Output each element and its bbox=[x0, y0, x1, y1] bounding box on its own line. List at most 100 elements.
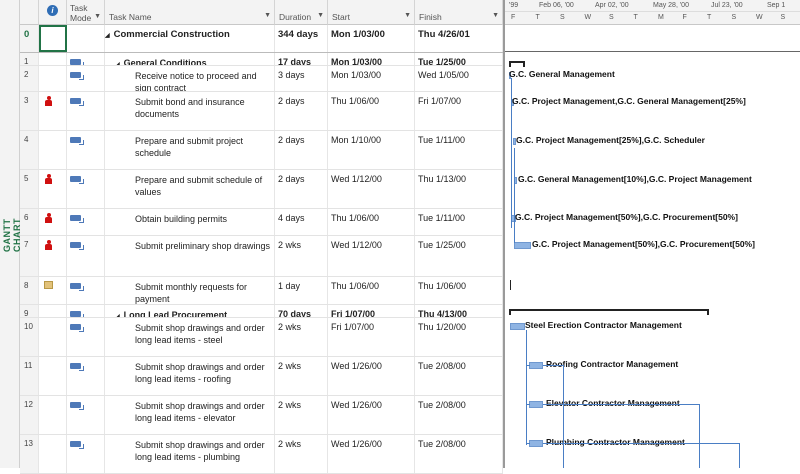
task-grid[interactable]: i Task Mode ▼ Task Name ▼ Duration ▼ Sta… bbox=[20, 0, 503, 474]
duration-cell[interactable]: 2 wks bbox=[275, 396, 328, 434]
table-row[interactable]: 8 Submit monthly requests for payment 1 da… bbox=[20, 277, 503, 305]
collapse-triangle-icon[interactable]: ◢ bbox=[115, 62, 120, 65]
duration-cell[interactable]: 2 days bbox=[275, 131, 328, 169]
indicator-cell[interactable] bbox=[39, 170, 67, 208]
table-row[interactable]: 4 Prepare and submit project schedule 2 da… bbox=[20, 131, 503, 170]
indicator-cell[interactable] bbox=[39, 236, 67, 276]
finish-cell[interactable]: Tue 2/08/00 bbox=[415, 357, 503, 395]
finish-cell[interactable]: Thu 1/20/00 bbox=[415, 318, 503, 356]
start-cell[interactable]: Thu 1/06/00 bbox=[328, 277, 415, 304]
duration-cell[interactable]: 2 wks bbox=[275, 357, 328, 395]
task-name-cell[interactable]: Submit shop drawings and order long lead… bbox=[105, 318, 275, 356]
start-cell[interactable]: Wed 1/12/00 bbox=[328, 236, 415, 276]
row-id[interactable]: 5 bbox=[20, 170, 39, 208]
finish-cell[interactable]: Tue 1/11/00 bbox=[415, 131, 503, 169]
indicator-cell[interactable] bbox=[39, 277, 67, 304]
chevron-down-icon[interactable]: ▼ bbox=[492, 12, 499, 19]
row-id[interactable]: 12 bbox=[20, 396, 39, 434]
indicator-cell[interactable] bbox=[39, 66, 67, 91]
row-id[interactable]: 7 bbox=[20, 236, 39, 276]
task-name-cell[interactable]: Prepare and submit schedule of values bbox=[105, 170, 275, 208]
start-cell[interactable]: Mon 1/10/00 bbox=[328, 131, 415, 169]
task-mode-cell[interactable] bbox=[67, 25, 105, 52]
gantt-chart-area[interactable]: '99 Feb 06, '00 Apr 02, '00 May 28, '00 Jul … bbox=[503, 0, 800, 468]
row-id[interactable]: 8 bbox=[20, 277, 39, 304]
table-row[interactable]: 13 Submit shop drawings and order long le… bbox=[20, 435, 503, 474]
finish-cell[interactable]: Tue 2/08/00 bbox=[415, 435, 503, 473]
finish-cell[interactable]: Tue 2/08/00 bbox=[415, 396, 503, 434]
duration-cell[interactable]: 17 days bbox=[275, 53, 328, 65]
task-mode-cell[interactable] bbox=[67, 357, 105, 395]
task-mode-cell[interactable] bbox=[67, 209, 105, 235]
task-name-cell[interactable]: Submit monthly requests for payment bbox=[105, 277, 275, 304]
table-row[interactable]: 10 Submit shop drawings and order long le… bbox=[20, 318, 503, 357]
duration-cell[interactable]: 4 days bbox=[275, 209, 328, 235]
task-mode-cell[interactable] bbox=[67, 277, 105, 304]
table-row[interactable]: 12 Submit shop drawings and order long le… bbox=[20, 396, 503, 435]
task-mode-cell[interactable] bbox=[67, 131, 105, 169]
start-cell[interactable]: Wed 1/26/00 bbox=[328, 396, 415, 434]
indicator-cell[interactable] bbox=[39, 318, 67, 356]
indicators-header[interactable]: i bbox=[39, 0, 67, 25]
task-mode-cell[interactable] bbox=[67, 318, 105, 356]
indicator-cell[interactable] bbox=[39, 357, 67, 395]
row-id[interactable]: 0 bbox=[20, 25, 39, 52]
duration-cell[interactable]: 2 wks bbox=[275, 236, 328, 276]
start-cell[interactable]: Mon 1/03/00 bbox=[328, 66, 415, 91]
indicator-cell[interactable] bbox=[39, 92, 67, 130]
duration-cell[interactable]: 1 day bbox=[275, 277, 328, 304]
start-cell[interactable]: Fri 1/07/00 bbox=[328, 305, 415, 317]
task-mode-header[interactable]: Task Mode ▼ bbox=[67, 0, 105, 25]
start-cell[interactable]: Mon 1/03/00 bbox=[328, 25, 415, 52]
duration-cell[interactable]: 2 days bbox=[275, 92, 328, 130]
finish-cell[interactable]: Tue 1/11/00 bbox=[415, 209, 503, 235]
start-cell[interactable]: Mon 1/03/00 bbox=[328, 53, 415, 65]
row-id[interactable]: 6 bbox=[20, 209, 39, 235]
row-id[interactable]: 4 bbox=[20, 131, 39, 169]
finish-cell[interactable]: Tue 1/25/00 bbox=[415, 53, 503, 65]
chevron-down-icon[interactable]: ▼ bbox=[404, 12, 411, 19]
table-row[interactable]: 11 Submit shop drawings and order long le… bbox=[20, 357, 503, 396]
resource-overallocated-icon[interactable] bbox=[45, 174, 52, 184]
table-row[interactable]: 5 Prepare and submit schedule of values 2 … bbox=[20, 170, 503, 209]
task-mode-cell[interactable] bbox=[67, 396, 105, 434]
task-mode-cell[interactable] bbox=[67, 92, 105, 130]
task-name-cell[interactable]: Receive notice to proceed and sign contr… bbox=[105, 66, 275, 91]
finish-cell[interactable]: Thu 1/13/00 bbox=[415, 170, 503, 208]
task-mode-cell[interactable] bbox=[67, 305, 105, 317]
table-row[interactable]: 3 Submit bond and insurance documents 2 da… bbox=[20, 92, 503, 131]
task-mode-cell[interactable] bbox=[67, 66, 105, 91]
resource-overallocated-icon[interactable] bbox=[45, 240, 52, 250]
indicator-cell[interactable] bbox=[39, 396, 67, 434]
indicator-cell[interactable] bbox=[39, 435, 67, 473]
task-name-cell[interactable]: Submit shop drawings and order long lead… bbox=[105, 357, 275, 395]
table-row[interactable]: 7 Submit preliminary shop drawings 2 wks We… bbox=[20, 236, 503, 277]
duration-cell[interactable]: 70 days bbox=[275, 305, 328, 317]
duration-cell[interactable]: 3 days bbox=[275, 66, 328, 91]
finish-cell[interactable]: Thu 4/13/00 bbox=[415, 305, 503, 317]
collapse-triangle-icon[interactable]: ◢ bbox=[115, 314, 120, 317]
start-header[interactable]: Start ▼ bbox=[328, 0, 415, 25]
start-cell[interactable]: Fri 1/07/00 bbox=[328, 318, 415, 356]
task-name-cell[interactable]: Submit preliminary shop drawings bbox=[105, 236, 275, 276]
row-id[interactable]: 9 bbox=[20, 305, 39, 317]
task-name-cell[interactable]: Submit shop drawings and order long lead… bbox=[105, 435, 275, 473]
duration-cell[interactable]: 344 days bbox=[275, 25, 328, 52]
row-id[interactable]: 1 bbox=[20, 53, 39, 65]
task-name-cell[interactable]: ◢ Commercial Construction bbox=[105, 25, 275, 52]
table-row[interactable]: 9 ◢ Long Lead Procurement 70 days Fri 1/07/0… bbox=[20, 305, 503, 318]
collapse-triangle-icon[interactable]: ◢ bbox=[105, 33, 110, 39]
task-name-cell[interactable]: ◢ Long Lead Procurement bbox=[105, 305, 275, 317]
duration-cell[interactable]: 2 wks bbox=[275, 318, 328, 356]
duration-header[interactable]: Duration ▼ bbox=[275, 0, 328, 25]
timescale-top-tier[interactable]: '99 Feb 06, '00 Apr 02, '00 May 28, '00 Jul … bbox=[505, 0, 800, 12]
note-icon[interactable] bbox=[44, 281, 53, 289]
indicator-cell[interactable] bbox=[39, 209, 67, 235]
finish-cell[interactable]: Thu 4/26/01 bbox=[415, 25, 503, 52]
row-id[interactable]: 13 bbox=[20, 435, 39, 473]
indicator-cell[interactable] bbox=[39, 305, 67, 317]
view-bar[interactable]: GANTT CHART bbox=[0, 0, 22, 468]
duration-cell[interactable]: 2 wks bbox=[275, 435, 328, 473]
start-cell[interactable]: Thu 1/06/00 bbox=[328, 92, 415, 130]
task-mode-cell[interactable] bbox=[67, 435, 105, 473]
